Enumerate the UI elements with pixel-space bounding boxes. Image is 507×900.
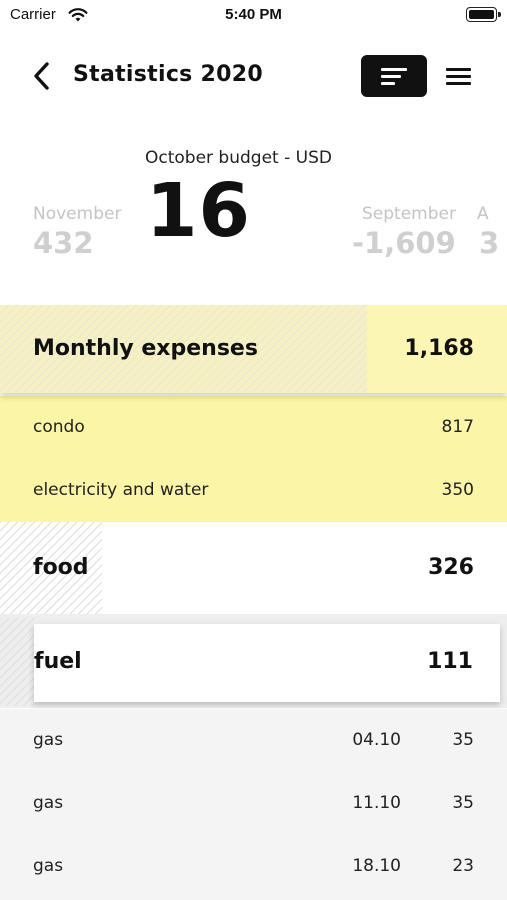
- item-date: 04.10: [352, 730, 401, 750]
- partial-month-value[interactable]: 3: [479, 226, 499, 260]
- category-name: Monthly expenses: [33, 336, 258, 361]
- next-month-label[interactable]: September: [362, 204, 456, 224]
- item-amount: 23: [452, 856, 474, 876]
- item-amount: 35: [452, 730, 474, 750]
- sort-icon-bar: [381, 75, 401, 78]
- chevron-left-icon[interactable]: [28, 60, 56, 92]
- category-name: fuel: [34, 649, 82, 674]
- category-row-monthly-expenses[interactable]: Monthly expenses 1,168: [0, 305, 507, 393]
- item-name: electricity and water: [33, 480, 209, 500]
- hamburger-menu-icon[interactable]: [444, 65, 474, 89]
- item-amount: 350: [441, 480, 474, 500]
- list-item[interactable]: gas 18.10 23: [0, 835, 507, 900]
- partial-month-label[interactable]: A: [477, 204, 489, 224]
- budget-label: October budget - USD: [145, 148, 332, 168]
- item-name: gas: [33, 730, 64, 750]
- item-name: gas: [33, 793, 64, 813]
- sort-button[interactable]: [361, 55, 427, 97]
- item-name: condo: [33, 417, 85, 437]
- menu-icon-bar: [446, 68, 471, 71]
- category-row-food[interactable]: food 326: [0, 522, 507, 614]
- item-date: 18.10: [352, 856, 401, 876]
- category-card[interactable]: fuel 111: [34, 624, 500, 702]
- menu-icon-bar: [446, 82, 471, 85]
- item-name: gas: [33, 856, 64, 876]
- category-amount: 326: [428, 555, 474, 580]
- prev-month-label[interactable]: November: [33, 204, 121, 224]
- category-name: food: [33, 555, 89, 580]
- list-item[interactable]: condo 817: [0, 396, 507, 459]
- sort-icon-bar: [381, 68, 407, 71]
- page-title: Statistics 2020: [73, 62, 263, 87]
- nav-bar: Statistics 2020: [0, 50, 507, 104]
- sort-icon-bar: [381, 82, 395, 85]
- next-month-value[interactable]: -1,609: [352, 226, 456, 260]
- battery-icon: [466, 7, 501, 22]
- status-bar: Carrier 5:40 PM: [0, 0, 507, 34]
- item-amount: 817: [441, 417, 474, 437]
- item-date: 11.10: [352, 793, 401, 813]
- progress-hatch: [0, 618, 36, 706]
- category-amount: 111: [427, 649, 473, 674]
- list-item[interactable]: gas 04.10 35: [0, 709, 507, 772]
- prev-month-value[interactable]: 432: [33, 226, 94, 260]
- item-amount: 35: [452, 793, 474, 813]
- list-item[interactable]: gas 11.10 35: [0, 772, 507, 835]
- status-time: 5:40 PM: [225, 6, 282, 23]
- list-item[interactable]: electricity and water 350: [0, 459, 507, 522]
- menu-icon-bar: [446, 75, 471, 78]
- category-amount: 1,168: [404, 336, 474, 361]
- category-row-fuel[interactable]: fuel 111: [0, 614, 507, 708]
